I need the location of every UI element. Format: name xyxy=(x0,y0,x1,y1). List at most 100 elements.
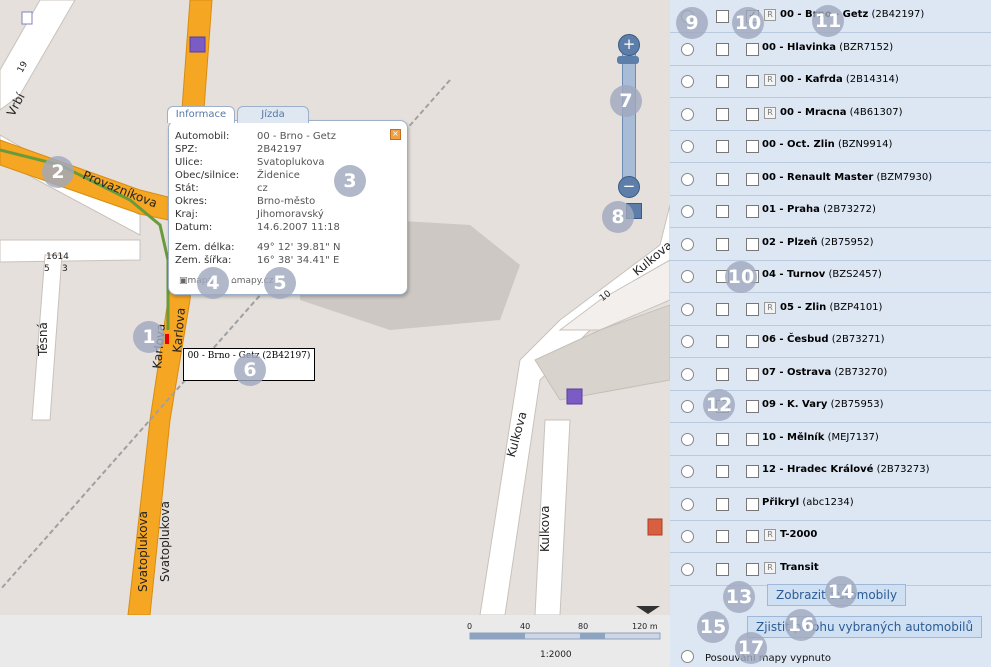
vehicle-track-checkbox[interactable] xyxy=(746,497,759,511)
vehicle-show-checkbox[interactable] xyxy=(716,335,729,348)
street-label-kulkova-3: Kulkova xyxy=(538,505,552,552)
vehicle-track-checkbox[interactable] xyxy=(746,172,759,186)
vehicle-show-checkbox[interactable] xyxy=(716,172,729,186)
vehicle-row[interactable]: R 00 - Kafrda (2B14314) xyxy=(670,65,991,98)
vehicle-select-radio[interactable] xyxy=(681,302,694,316)
vehicle-label: 07 - Ostrava (2B73270) xyxy=(762,367,887,378)
vehicle-label: 00 - Brno - Getz (2B42197) xyxy=(780,9,924,20)
vehicle-row[interactable]: 00 - Hlavinka (BZR7152) xyxy=(670,33,991,66)
vehicle-track-checkbox[interactable] xyxy=(746,302,759,316)
vehicle-show-checkbox[interactable] xyxy=(716,140,729,153)
vehicle-row[interactable]: 00 - Renault Master (BZM7930) xyxy=(670,163,991,196)
callout-badge: 16 xyxy=(785,609,817,641)
vehicle-select-radio[interactable] xyxy=(681,205,694,218)
vehicle-show-checkbox[interactable] xyxy=(716,107,729,121)
route-icon[interactable]: R xyxy=(764,106,776,119)
vehicle-select-radio[interactable] xyxy=(681,140,694,153)
vehicle-show-checkbox[interactable] xyxy=(716,497,729,511)
vehicle-select-radio[interactable] xyxy=(681,270,694,283)
vehicle-track-checkbox[interactable] xyxy=(746,367,759,381)
vehicle-select-radio[interactable] xyxy=(681,497,694,511)
street-label-svatoplukova-1: Svatoplukova xyxy=(136,511,150,592)
vehicle-track-checkbox[interactable] xyxy=(746,205,759,218)
vehicle-select-radio[interactable] xyxy=(681,172,694,186)
vehicle-track-checkbox[interactable] xyxy=(746,562,759,576)
vehicle-show-checkbox[interactable] xyxy=(716,205,729,218)
vehicle-select-radio[interactable] xyxy=(681,237,694,251)
tab-informace[interactable]: Informace xyxy=(167,106,235,123)
vehicle-select-radio[interactable] xyxy=(681,335,694,348)
map-scroll-radio[interactable] xyxy=(681,650,694,663)
vehicle-track-checkbox[interactable] xyxy=(746,465,759,478)
vehicle-show-checkbox[interactable] xyxy=(716,530,729,543)
zoom-slider-handle[interactable] xyxy=(617,56,639,64)
vehicle-name: 00 - Kafrda xyxy=(780,74,843,85)
vehicle-show-checkbox[interactable] xyxy=(716,367,729,381)
vehicle-show-checkbox[interactable] xyxy=(716,302,729,316)
vehicle-show-checkbox[interactable] xyxy=(716,432,729,446)
vehicle-show-checkbox[interactable] xyxy=(716,42,729,56)
vehicle-show-checkbox[interactable] xyxy=(716,75,729,88)
vehicle-label: Přikryl (abc1234) xyxy=(762,497,854,508)
vehicle-select-radio[interactable] xyxy=(681,75,694,88)
vehicle-name: 06 - Česbud xyxy=(762,334,829,345)
vehicle-row[interactable]: 01 - Praha (2B73272) xyxy=(670,195,991,228)
vehicle-track-checkbox[interactable] xyxy=(746,530,759,543)
map-graphics xyxy=(0,0,670,615)
vehicle-plate: (BZP4101) xyxy=(829,301,883,313)
vehicle-row[interactable]: 04 - Turnov (BZS2457) xyxy=(670,260,991,293)
route-icon[interactable]: R xyxy=(764,9,776,21)
vehicle-row[interactable]: 07 - Ostrava (2B73270) xyxy=(670,358,991,391)
vehicle-select-radio[interactable] xyxy=(681,562,694,576)
tab-jizda[interactable]: Jízda xyxy=(237,106,309,123)
vehicle-row[interactable]: Přikryl (abc1234) xyxy=(670,488,991,521)
vehicle-plate: (2B73273) xyxy=(876,464,930,475)
map-canvas[interactable]: Vrbí Provazníkova Těsná Karlova Karlova … xyxy=(0,0,670,615)
vehicle-track-checkbox[interactable] xyxy=(746,237,759,251)
route-icon[interactable]: R xyxy=(764,561,776,574)
vehicle-row[interactable]: 10 - Mělník (MEJ7137) xyxy=(670,423,991,456)
vehicle-plate: (2B73271) xyxy=(831,334,885,345)
zoom-track[interactable] xyxy=(622,46,636,190)
route-icon[interactable]: R xyxy=(764,74,776,86)
vehicle-row[interactable]: R T-2000 xyxy=(670,520,991,553)
route-icon[interactable]: R xyxy=(764,529,776,541)
vehicle-row[interactable]: 00 - Oct. Zlin (BZN9914) xyxy=(670,130,991,163)
callout-badge: 4 xyxy=(197,267,229,299)
vehicle-track-checkbox[interactable] xyxy=(746,400,759,413)
vehicle-select-radio[interactable] xyxy=(681,400,694,413)
vehicle-row[interactable]: 06 - Česbud (2B73271) xyxy=(670,325,991,358)
vehicle-row[interactable]: R 05 - Zlin (BZP4101) xyxy=(670,293,991,326)
vehicle-plate: (2B73270) xyxy=(834,366,888,378)
vehicle-show-checkbox[interactable] xyxy=(716,465,729,478)
route-icon[interactable]: R xyxy=(764,301,776,314)
locate-selected-vehicles-button[interactable]: Zjistit polohu vybraných automobilů xyxy=(747,616,983,638)
vehicle-select-radio[interactable] xyxy=(681,367,694,381)
callout-badge: 11 xyxy=(812,5,844,37)
vehicle-row[interactable]: R 00 - Mracna (4B61307) xyxy=(670,98,991,131)
vehicle-select-radio[interactable] xyxy=(681,42,694,56)
zoom-out-icon[interactable]: − xyxy=(618,176,640,198)
vehicle-track-checkbox[interactable] xyxy=(746,107,759,121)
vehicle-select-radio[interactable] xyxy=(681,465,694,478)
vehicle-row[interactable]: 12 - Hradec Králové (2B73273) xyxy=(670,455,991,488)
street-label-svatoplukova-2: Svatoplukova xyxy=(158,501,172,582)
vehicle-show-checkbox[interactable] xyxy=(716,237,729,251)
vehicle-track-checkbox[interactable] xyxy=(746,75,759,88)
vehicle-name: 01 - Praha xyxy=(762,204,820,215)
vehicle-select-radio[interactable] xyxy=(681,432,694,446)
vehicle-select-radio[interactable] xyxy=(681,530,694,543)
vehicle-show-checkbox[interactable] xyxy=(716,10,729,23)
vehicle-label: 04 - Turnov (BZS2457) xyxy=(762,269,882,280)
callout-badge: 12 xyxy=(703,389,735,421)
vehicle-track-checkbox[interactable] xyxy=(746,140,759,153)
zoom-in-icon[interactable]: + xyxy=(618,34,640,56)
vehicle-row[interactable]: 02 - Plzeň (2B75952) xyxy=(670,228,991,261)
callout-badge: 8 xyxy=(602,201,634,233)
vehicle-track-checkbox[interactable] xyxy=(746,42,759,56)
vehicle-show-checkbox[interactable] xyxy=(716,562,729,576)
vehicle-plate: (MEJ7137) xyxy=(827,431,879,443)
vehicle-track-checkbox[interactable] xyxy=(746,335,759,348)
vehicle-track-checkbox[interactable] xyxy=(746,432,759,446)
vehicle-select-radio[interactable] xyxy=(681,107,694,121)
